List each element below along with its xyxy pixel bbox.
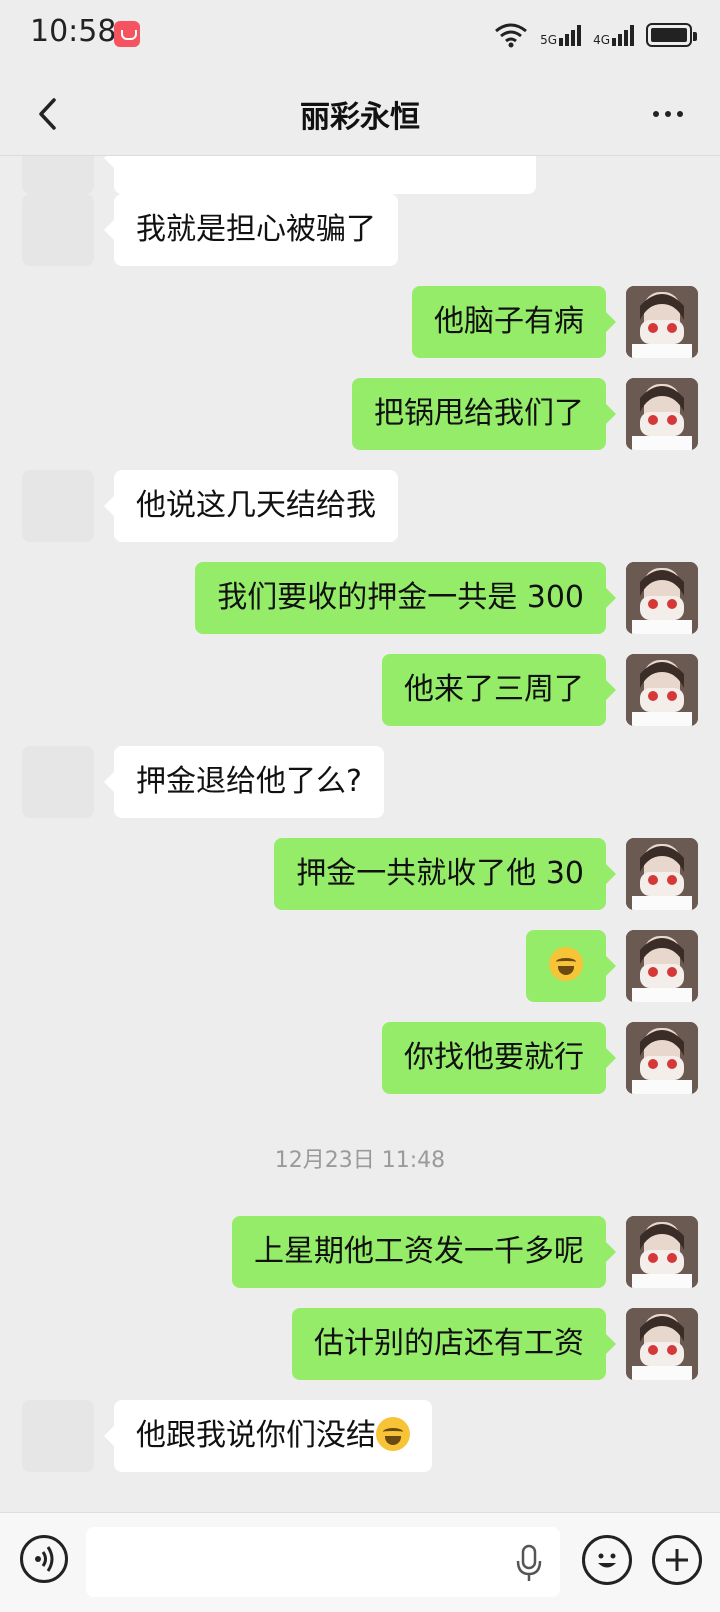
app-notification-icon: [114, 21, 140, 47]
avatar-outgoing[interactable]: [626, 838, 698, 910]
more-functions-button[interactable]: [652, 1535, 702, 1585]
avatar-incoming[interactable]: [22, 1400, 94, 1472]
message-row: 押金一共就收了他 30: [0, 838, 720, 910]
avatar-outgoing[interactable]: [626, 1216, 698, 1288]
avatar-outgoing[interactable]: [626, 1022, 698, 1094]
message-bubble-partial[interactable]: [104, 156, 536, 194]
avatar-incoming[interactable]: [22, 156, 94, 194]
message-row: 他来了三周了: [0, 654, 720, 726]
chat-title: 丽彩永恒: [300, 100, 420, 135]
emoji-button[interactable]: [582, 1535, 632, 1585]
network-4g-label: 4G: [593, 33, 610, 47]
message-bubble-outgoing[interactable]: 你找他要就行: [382, 1022, 616, 1094]
message-bubble-incoming[interactable]: 他说这几天结给我: [104, 470, 398, 542]
laughing-crying-emoji-icon: [549, 946, 583, 981]
message-text-input[interactable]: [86, 1527, 560, 1597]
laughing-crying-emoji-icon: [376, 1416, 410, 1451]
avatar-outgoing[interactable]: [626, 286, 698, 358]
message-row: 我们要收的押金一共是 300: [0, 562, 720, 634]
emoji-icon: [598, 1553, 616, 1568]
message-bubble-incoming[interactable]: 我就是担心被骗了: [104, 194, 398, 266]
message-bubble-incoming[interactable]: 他跟我说你们没结: [104, 1400, 432, 1472]
status-time: 10:58: [30, 14, 117, 49]
signal-5g-icon: 5G: [540, 24, 582, 47]
avatar-incoming[interactable]: [22, 194, 94, 266]
avatar-incoming[interactable]: [22, 470, 94, 542]
plus-icon: [666, 1549, 688, 1571]
message-bubble-incoming[interactable]: 押金退给他了么?: [104, 746, 384, 818]
message-row: 上星期他工资发一千多呢: [0, 1216, 720, 1288]
signal-4g-icon: 4G: [593, 24, 634, 46]
avatar-outgoing[interactable]: [626, 378, 698, 450]
chat-header: 丽彩永恒: [0, 72, 720, 156]
message-input-bar: [0, 1512, 720, 1612]
more-options-button[interactable]: [640, 90, 696, 138]
message-bubble-outgoing-emoji[interactable]: [526, 930, 616, 1002]
avatar-outgoing[interactable]: [626, 562, 698, 634]
message-row: 估计别的店还有工资: [0, 1308, 720, 1380]
message-bubble-outgoing[interactable]: 上星期他工资发一千多呢: [232, 1216, 616, 1288]
more-dot: [677, 111, 683, 117]
more-dot: [665, 111, 671, 117]
battery-icon: [646, 23, 697, 47]
message-row: 你找他要就行: [0, 1022, 720, 1094]
chat-history[interactable]: 我就是担心被骗了 他脑子有病 把锅甩给我们了 他说这几天结给我 我们要收的押金一…: [0, 156, 720, 1512]
message-bubble-outgoing[interactable]: 他来了三周了: [382, 654, 616, 726]
system-icons: 5G 4G: [494, 18, 697, 52]
message-text: 他跟我说你们没结: [136, 1418, 376, 1453]
avatar-outgoing[interactable]: [626, 930, 698, 1002]
more-dots-icon: [653, 111, 659, 117]
message-row: 他脑子有病: [0, 286, 720, 358]
message-row: 他跟我说你们没结: [0, 1400, 720, 1472]
message-bubble-outgoing[interactable]: 押金一共就收了他 30: [274, 838, 616, 910]
message-row: 把锅甩给我们了: [0, 378, 720, 450]
voice-input-button[interactable]: [20, 1535, 68, 1583]
message-row: [0, 930, 720, 1002]
message-bubble-outgoing[interactable]: 他脑子有病: [412, 286, 616, 358]
timestamp-divider: 12月23日 11:48: [274, 1148, 446, 1173]
message-row-partial: [0, 156, 720, 194]
message-row: 他说这几天结给我: [0, 470, 720, 542]
message-bubble-outgoing[interactable]: 我们要收的押金一共是 300: [195, 562, 616, 634]
avatar-outgoing[interactable]: [626, 654, 698, 726]
microphone-icon[interactable]: [514, 1543, 544, 1583]
message-row: 押金退给他了么?: [0, 746, 720, 818]
avatar-incoming[interactable]: [22, 746, 94, 818]
network-5g-label: 5G: [540, 33, 558, 47]
message-bubble-outgoing[interactable]: 估计别的店还有工资: [292, 1308, 616, 1380]
avatar-outgoing[interactable]: [626, 1308, 698, 1380]
voice-icon: [35, 1546, 54, 1572]
message-bubble-outgoing[interactable]: 把锅甩给我们了: [352, 378, 616, 450]
wifi-icon: [495, 23, 528, 48]
message-row: 我就是担心被骗了: [0, 194, 720, 266]
status-bar: 10:58 5G 4G: [0, 0, 720, 72]
